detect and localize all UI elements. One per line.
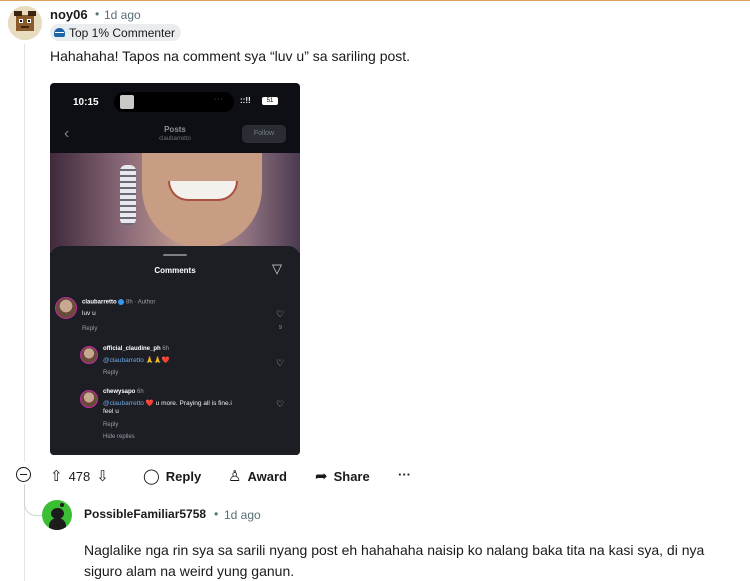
reply-username[interactable]: PossibleFamiliar5758 — [84, 507, 206, 521]
vote-controls: ⇧ 478 ⇩ — [50, 467, 109, 485]
sheet-handle — [163, 254, 187, 256]
share-icon: ➦ — [315, 468, 328, 485]
comment-bubble-icon: ◯ — [143, 468, 160, 485]
snoo-antenna — [60, 503, 64, 507]
ig-reply-link: Reply — [82, 326, 98, 332]
top-divider — [0, 0, 750, 1]
ig-comment-text: @claubarretto 🙏🙏❤️ — [103, 356, 170, 364]
comment-username[interactable]: noy06 — [50, 7, 88, 22]
comment-body: Hahahaha! Tapos na comment sya “luv u” s… — [50, 48, 411, 64]
ig-comment-user: chewysapo 6h — [103, 389, 144, 395]
reply-thread-connector — [24, 484, 42, 516]
award-icon: ♙ — [228, 468, 242, 485]
collapse-thread-icon[interactable] — [16, 467, 31, 482]
ig-comment-meta: 6h — [162, 346, 170, 352]
ig-mention: @claubarretto — [103, 357, 144, 364]
ig-comment-text: @claubarretto ❤️ u more. Praying all is … — [103, 399, 232, 407]
send-icon: ▽ — [272, 261, 282, 276]
attached-image[interactable]: 10:15 ··· ::!! 51 ‹ Posts claubarretto F… — [50, 83, 300, 455]
ig-emoji: 🙏🙏❤️ — [143, 357, 171, 364]
follow-button: Follow — [242, 125, 286, 143]
reply-avatar[interactable] — [42, 500, 72, 530]
more-options-button[interactable]: ··· — [398, 467, 411, 482]
reply-label: Reply — [165, 468, 202, 484]
hide-replies-link: Hide replies — [103, 434, 135, 440]
ig-like-count: 9 — [279, 325, 282, 331]
heart-icon: ♡ — [276, 358, 285, 368]
ig-comment-username: chewysapo — [103, 389, 136, 395]
user-avatar[interactable] — [8, 6, 42, 40]
ig-comment-username: official_claudine_ph — [103, 346, 161, 352]
ig-comment-user: official_claudine_ph 6h — [103, 346, 169, 352]
app-logo-icon — [120, 95, 134, 109]
dynamic-island: ··· — [114, 92, 234, 112]
ig-reply-link: Reply — [103, 422, 119, 428]
award-label: Award — [247, 468, 287, 484]
ig-comment-meta: 8h · Author — [126, 299, 156, 306]
earring — [120, 165, 136, 225]
share-button[interactable]: ➦ Share — [315, 467, 370, 485]
heart-icon: ♡ — [276, 309, 285, 319]
ig-reply-link: Reply — [103, 370, 119, 376]
share-label: Share — [333, 468, 370, 484]
snoo-body — [49, 518, 66, 530]
reply-body: Naglalike nga rin sya sa sarili nyang po… — [84, 542, 705, 579]
signal-icon: ::!! — [240, 96, 251, 105]
island-indicator: ··· — [214, 96, 224, 103]
comment-timestamp[interactable]: 1d ago — [104, 8, 141, 22]
verified-icon — [118, 299, 125, 305]
downvote-icon[interactable]: ⇩ — [96, 467, 109, 485]
post-photo — [50, 153, 300, 253]
ig-mention: @claubarretto — [103, 400, 144, 407]
commenter-avatar — [80, 346, 98, 364]
commenter-badge-icon — [54, 28, 65, 37]
comments-sheet: Comments ▽ claubarretto 8h · Author luv … — [50, 246, 300, 455]
reply-timestamp[interactable]: 1d ago — [224, 508, 261, 522]
user-flair: Top 1% Commenter — [50, 24, 182, 41]
commenter-avatar — [80, 390, 98, 408]
ig-comment-meta: 6h — [137, 389, 144, 395]
avatar-image — [8, 6, 42, 40]
status-bar-time: 10:15 — [73, 97, 99, 108]
thread-line — [24, 44, 25, 462]
reply-button[interactable]: ◯ Reply — [143, 467, 201, 485]
battery-icon: 51 — [262, 97, 278, 105]
comments-sheet-title: Comments — [154, 266, 196, 275]
upvote-icon[interactable]: ⇧ — [50, 467, 63, 485]
comment-action-bar: ⇧ 478 ⇩ ◯ Reply ♙ Award ➦ Share ··· — [0, 463, 750, 491]
ig-comment-text-line2: feel u — [103, 408, 119, 415]
award-button[interactable]: ♙ Award — [228, 467, 287, 485]
meta-separator: • — [95, 7, 100, 21]
vote-count: 478 — [68, 468, 91, 484]
ig-comment-text: luv u — [82, 310, 96, 317]
more-options-icon: ··· — [398, 467, 411, 482]
ig-comment-text-part: ❤️ u more. Praying all is fine.i — [143, 400, 232, 407]
flair-label: Top 1% Commenter — [69, 25, 176, 40]
commenter-avatar — [55, 297, 77, 319]
heart-icon: ♡ — [276, 399, 285, 409]
ig-comment-username: claubarretto — [82, 299, 117, 306]
ig-comment-user: claubarretto 8h · Author — [82, 299, 155, 306]
smile — [168, 181, 238, 201]
meta-separator: • — [214, 507, 219, 521]
